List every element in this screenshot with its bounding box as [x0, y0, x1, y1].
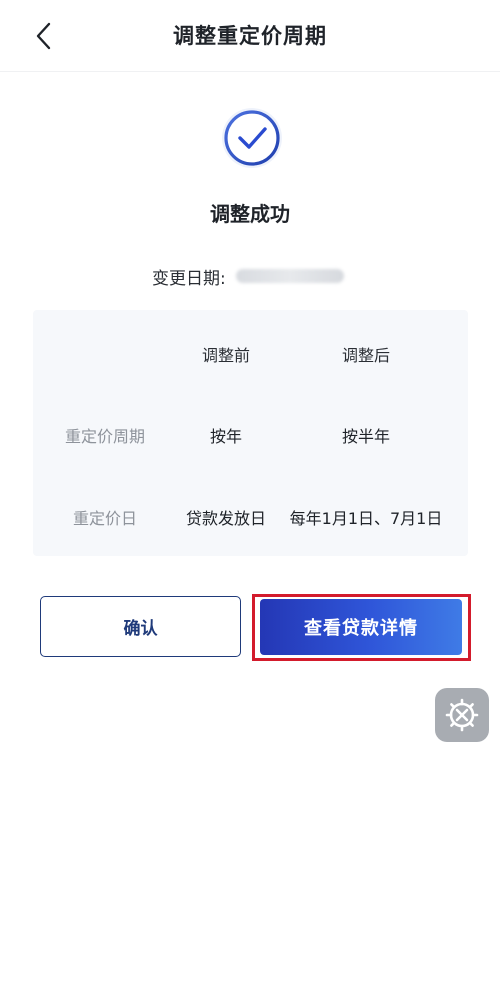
- comparison-table: 调整前 调整后 重定价周期 按年 按半年 重定价日 贷款发放日 每年1月1日、7…: [33, 310, 468, 556]
- header-before: 调整前: [201, 346, 251, 365]
- nav-bar: 调整重定价周期: [0, 0, 500, 72]
- success-title: 调整成功: [210, 202, 290, 226]
- header-after: 调整后: [341, 346, 391, 365]
- view-loan-details-button[interactable]: 查看贷款详情: [260, 599, 462, 655]
- gear-wrench-icon: [445, 698, 479, 732]
- row-day-after: 每年1月1日、7月1日: [289, 509, 443, 528]
- change-date-label: 变更日期:: [152, 268, 226, 289]
- confirm-button[interactable]: 确认: [40, 596, 241, 657]
- row-label-cycle: 重定价周期: [64, 427, 146, 446]
- row-cycle-before: 按年: [209, 427, 243, 446]
- change-date-row: 变更日期:: [152, 263, 344, 289]
- row-label-day: 重定价日: [72, 509, 138, 528]
- floating-tool-button[interactable]: [435, 688, 489, 742]
- row-cycle-after: 按半年: [341, 427, 391, 446]
- row-day-before: 贷款发放日: [185, 509, 267, 528]
- check-circle-icon: [222, 108, 282, 168]
- change-date-value-obscured: [235, 269, 344, 283]
- page-title: 调整重定价周期: [173, 24, 327, 48]
